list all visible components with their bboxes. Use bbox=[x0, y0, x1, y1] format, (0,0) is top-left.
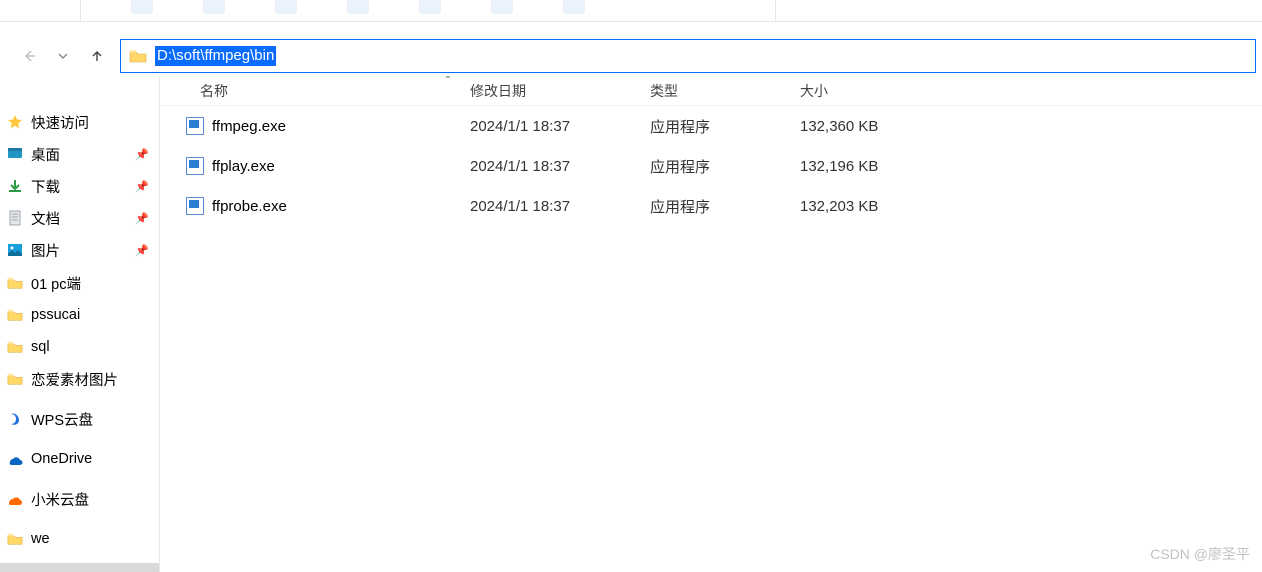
sort-indicator-icon: ⌃ bbox=[444, 76, 452, 86]
pictures-icon bbox=[6, 241, 24, 259]
exe-icon bbox=[186, 197, 204, 215]
sidebar-item-sql[interactable]: sql bbox=[0, 331, 159, 363]
sidebar-item-小米云盘[interactable]: 小米云盘 bbox=[0, 483, 159, 515]
sidebar-item-图片[interactable]: 图片 📌 bbox=[0, 234, 159, 266]
sidebar-item-label: 桌面 bbox=[31, 144, 60, 165]
sidebar-item-label: 文档 bbox=[31, 208, 60, 229]
file-date: 2024/1/1 18:37 bbox=[470, 118, 650, 135]
folder-icon bbox=[6, 306, 24, 324]
sidebar-item-01 pc端[interactable]: 01 pc端 bbox=[0, 267, 159, 299]
file-type: 应用程序 bbox=[650, 156, 800, 177]
sidebar-item-label: 恋爱素材图片 bbox=[31, 369, 118, 390]
sidebar-item-恋爱素材图片[interactable]: 恋爱素材图片 bbox=[0, 363, 159, 395]
folder-icon bbox=[6, 274, 24, 292]
file-list-pane: 名称 ⌃ 修改日期 类型 大小 ffmpeg.exe 2024/1/1 18:37… bbox=[160, 76, 1262, 572]
sidebar-item-OneDrive[interactable]: OneDrive bbox=[0, 443, 159, 475]
sidebar-item-文档[interactable]: 文档 📌 bbox=[0, 202, 159, 234]
desktop-icon bbox=[6, 145, 24, 163]
history-dropdown[interactable] bbox=[52, 45, 74, 67]
sidebar-item-label: 此电脑 bbox=[31, 569, 75, 572]
ribbon-icon[interactable] bbox=[131, 0, 153, 14]
file-size: 132,203 KB bbox=[800, 198, 950, 215]
address-bar[interactable]: D:\soft\ffmpeg\bin bbox=[120, 39, 1256, 73]
ribbon-icon[interactable] bbox=[203, 0, 225, 14]
sidebar-item-下载[interactable]: 下载 📌 bbox=[0, 170, 159, 202]
onedrive-icon bbox=[6, 450, 24, 468]
column-name[interactable]: 名称 ⌃ bbox=[160, 81, 470, 101]
file-size: 132,360 KB bbox=[800, 118, 950, 135]
sidebar-item-WPS云盘[interactable]: WPS云盘 bbox=[0, 403, 159, 435]
file-row[interactable]: ffmpeg.exe 2024/1/1 18:37应用程序132,360 KB bbox=[160, 106, 1262, 146]
file-name: ffprobe.exe bbox=[212, 198, 287, 215]
column-type[interactable]: 类型 bbox=[650, 81, 800, 101]
ribbon-icon[interactable] bbox=[419, 0, 441, 14]
ribbon-toolbar bbox=[0, 0, 1262, 22]
file-name: ffplay.exe bbox=[212, 158, 275, 175]
file-date: 2024/1/1 18:37 bbox=[470, 158, 650, 175]
exe-icon bbox=[186, 117, 204, 135]
sidebar-item-桌面[interactable]: 桌面 📌 bbox=[0, 138, 159, 170]
sidebar-item-we[interactable]: we bbox=[0, 523, 159, 555]
sidebar-item-label: OneDrive bbox=[31, 451, 92, 467]
doc-icon bbox=[6, 209, 24, 227]
sidebar-item-label: pssucai bbox=[31, 307, 80, 323]
pin-icon: 📌 bbox=[135, 212, 149, 225]
exe-icon bbox=[186, 157, 204, 175]
column-headers: 名称 ⌃ 修改日期 类型 大小 bbox=[160, 76, 1262, 106]
sidebar-item-label: 小米云盘 bbox=[31, 489, 89, 510]
download-icon bbox=[6, 177, 24, 195]
pin-icon: 📌 bbox=[135, 148, 149, 161]
navigation-row: D:\soft\ffmpeg\bin bbox=[0, 36, 1262, 76]
address-path[interactable]: D:\soft\ffmpeg\bin bbox=[155, 46, 276, 66]
file-type: 应用程序 bbox=[650, 196, 800, 217]
sidebar-item-label: 图片 bbox=[31, 240, 60, 261]
sidebar-item-label: 下载 bbox=[31, 176, 60, 197]
file-date: 2024/1/1 18:37 bbox=[470, 198, 650, 215]
ribbon-icon[interactable] bbox=[563, 0, 585, 14]
sidebar-item-label: sql bbox=[31, 339, 50, 355]
xiaomi-icon bbox=[6, 490, 24, 508]
ribbon-icon[interactable] bbox=[275, 0, 297, 14]
sidebar-item-label: 01 pc端 bbox=[31, 273, 81, 294]
sidebar-item-快速访问[interactable]: 快速访问 bbox=[0, 106, 159, 138]
column-date[interactable]: 修改日期 bbox=[470, 81, 650, 101]
pin-icon: 📌 bbox=[135, 244, 149, 257]
sidebar-item-label: 快速访问 bbox=[31, 112, 89, 133]
up-button[interactable] bbox=[86, 45, 108, 67]
ribbon-icon[interactable] bbox=[347, 0, 369, 14]
column-name-label: 名称 bbox=[200, 83, 228, 99]
sidebar-item-pssucai[interactable]: pssucai bbox=[0, 299, 159, 331]
pin-icon: 📌 bbox=[135, 180, 149, 193]
folder-icon bbox=[6, 338, 24, 356]
sidebar-item-此电脑[interactable]: 此电脑 bbox=[0, 563, 159, 572]
file-size: 132,196 KB bbox=[800, 158, 950, 175]
file-row[interactable]: ffplay.exe 2024/1/1 18:37应用程序132,196 KB bbox=[160, 146, 1262, 186]
sidebar-item-label: we bbox=[31, 531, 50, 547]
star-icon bbox=[6, 113, 24, 131]
wps-icon bbox=[6, 410, 24, 428]
file-type: 应用程序 bbox=[650, 116, 800, 137]
sidebar-item-label: WPS云盘 bbox=[31, 409, 93, 430]
column-size[interactable]: 大小 bbox=[800, 81, 950, 101]
file-row[interactable]: ffprobe.exe 2024/1/1 18:37应用程序132,203 KB bbox=[160, 186, 1262, 226]
file-name: ffmpeg.exe bbox=[212, 118, 286, 135]
back-button[interactable] bbox=[18, 45, 40, 67]
folder-icon bbox=[129, 49, 147, 63]
ribbon-icon[interactable] bbox=[491, 0, 513, 14]
folder-icon bbox=[6, 530, 24, 548]
watermark: CSDN @廖圣平 bbox=[1150, 544, 1250, 564]
sidebar: 快速访问桌面 📌 下载 📌 文档 📌 图片 📌 01 pc端 pssucai sql 恋爱素材图片 WP… bbox=[0, 76, 160, 572]
folder-icon bbox=[6, 370, 24, 388]
